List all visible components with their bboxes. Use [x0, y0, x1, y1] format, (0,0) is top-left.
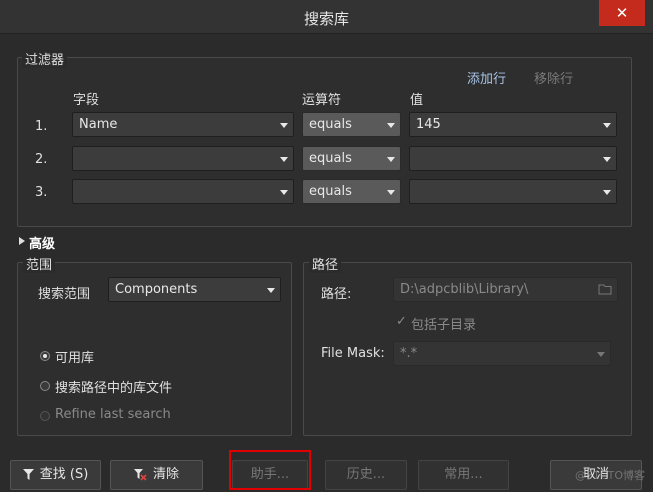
operator-select-value: equals [309, 184, 352, 199]
column-header-operator: 运算符 [302, 93, 342, 108]
value-select[interactable]: 145 [409, 112, 617, 137]
path-group-label: 路径 [309, 254, 342, 273]
file-mask-value: *.* [400, 346, 418, 361]
chevron-down-icon [277, 113, 289, 136]
field-select-value: Name [79, 117, 118, 132]
scope-group-label: 范围 [23, 254, 56, 273]
search-path-libraries-radio[interactable] [40, 381, 50, 391]
value-select[interactable] [409, 179, 617, 204]
file-mask-label: File Mask: [321, 346, 385, 361]
remove-row-link: 移除行 [534, 72, 574, 87]
field-select[interactable] [72, 179, 294, 204]
search-scope-value: Components [115, 282, 198, 297]
operator-select[interactable]: equals [302, 146, 401, 171]
value-select[interactable] [409, 146, 617, 171]
operator-select-value: equals [309, 151, 352, 166]
search-button-label: 查找 (S) [39, 467, 89, 482]
watermark: @51CTO博客 [574, 469, 645, 482]
operator-select[interactable]: equals [302, 179, 401, 204]
favorites-button-label: 常用... [444, 467, 483, 482]
row-index: 2. [35, 152, 48, 167]
favorites-button: 常用... [418, 460, 509, 490]
refine-last-search-label: Refine last search [55, 407, 171, 422]
chevron-down-icon [264, 278, 276, 301]
clear-button-label: 清除 [152, 467, 179, 482]
column-header-value: 值 [410, 93, 424, 108]
operator-select-value: equals [309, 117, 352, 132]
highlight-annotation [229, 450, 311, 490]
row-index: 3. [35, 185, 48, 200]
search-path-libraries-label[interactable]: 搜索路径中的库文件 [55, 377, 172, 396]
chevron-down-icon [600, 147, 612, 170]
history-button-label: 历史... [346, 467, 386, 482]
clear-filter-icon [133, 468, 147, 481]
path-input: D:\adpcblib\Library\ [393, 277, 618, 302]
clear-button[interactable]: 清除 [110, 460, 203, 490]
path-input-value: D:\adpcblib\Library\ [400, 282, 529, 297]
filter-group-label: 过滤器 [22, 49, 68, 68]
available-libraries-radio[interactable] [40, 351, 50, 361]
chevron-down-icon [600, 180, 612, 203]
row-index: 1. [35, 119, 48, 134]
chevron-down-icon [384, 147, 396, 170]
field-select[interactable]: Name [72, 112, 294, 137]
available-libraries-label[interactable]: 可用库 [55, 347, 94, 366]
folder-open-icon [598, 284, 612, 295]
chevron-down-icon [277, 180, 289, 203]
include-subdirs-check-icon: ✓ [396, 314, 407, 329]
field-select[interactable] [72, 146, 294, 171]
chevron-down-icon [384, 113, 396, 136]
search-scope-label: 搜索范围 [38, 287, 91, 302]
chevron-down-icon [600, 113, 612, 136]
history-button: 历史... [325, 460, 407, 490]
include-subdirs-label: 包括子目录 [411, 318, 477, 333]
column-header-field: 字段 [73, 93, 100, 108]
triangle-right-icon [19, 237, 25, 245]
chevron-down-icon [594, 342, 606, 365]
operator-select[interactable]: equals [302, 112, 401, 137]
advanced-label: 高级 [29, 237, 56, 252]
search-scope-select[interactable]: Components [108, 277, 281, 302]
chevron-down-icon [277, 147, 289, 170]
chevron-down-icon [384, 180, 396, 203]
value-select-value: 145 [416, 117, 441, 132]
search-button[interactable]: 查找 (S) [10, 460, 101, 490]
window-title: 搜索库 [303, 10, 349, 28]
close-icon: ✕ [615, 4, 629, 22]
refine-last-search-radio [40, 411, 50, 421]
filter-icon [22, 469, 34, 480]
path-label: 路径: [321, 287, 352, 302]
title-bar: 搜索库 ✕ [0, 0, 653, 34]
file-mask-select: *.* [393, 341, 611, 366]
add-row-link[interactable]: 添加行 [467, 68, 506, 87]
close-button[interactable]: ✕ [599, 0, 645, 26]
